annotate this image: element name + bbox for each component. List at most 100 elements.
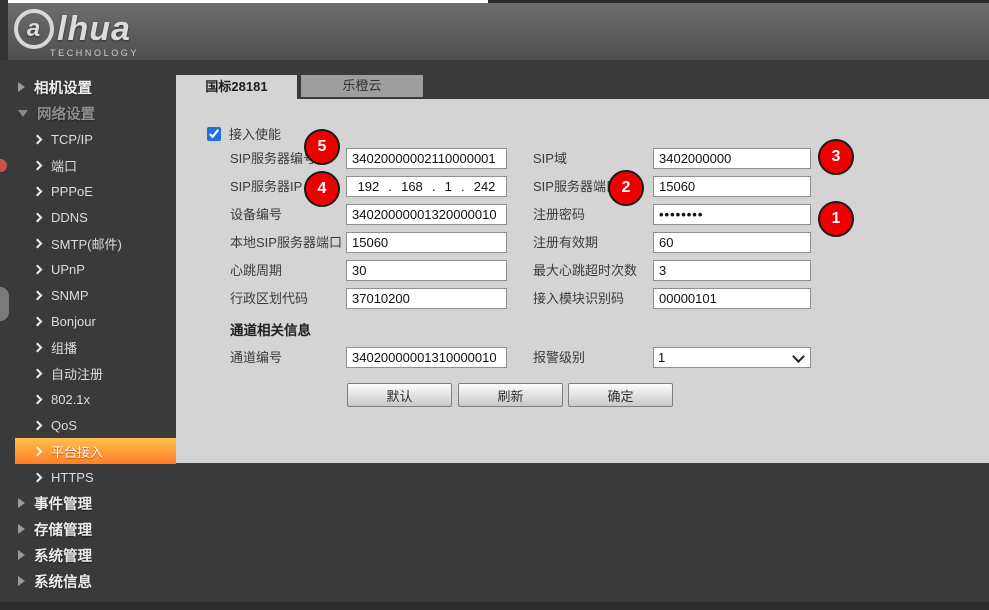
chevron-right-icon bbox=[33, 316, 43, 326]
sidebar-item-tcpip[interactable]: TCP/IP bbox=[0, 126, 176, 152]
ip-octet: 192 bbox=[358, 179, 380, 194]
register-password-input[interactable] bbox=[653, 204, 811, 225]
channel-id-input[interactable] bbox=[346, 347, 507, 368]
sip-server-port-input[interactable] bbox=[653, 176, 811, 197]
step-badge-1: 1 bbox=[818, 201, 854, 237]
alarm-level-label: 报警级别 bbox=[533, 347, 585, 368]
sidebar-item-storage-management[interactable]: 存储管理 bbox=[0, 516, 176, 542]
ip-dot: . bbox=[432, 179, 436, 194]
sidebar-item-network-settings[interactable]: 网络设置 bbox=[0, 100, 176, 126]
triangle-right-icon bbox=[18, 524, 25, 534]
tab-lechange[interactable]: 乐橙云 bbox=[301, 75, 423, 97]
chevron-right-icon bbox=[33, 264, 43, 274]
sip-server-id-input[interactable] bbox=[346, 148, 507, 169]
form-row: 心跳周期 最大心跳超时次数 bbox=[176, 260, 989, 281]
channel-id-label: 通道编号 bbox=[230, 347, 282, 368]
register-password-label: 注册密码 bbox=[533, 204, 585, 225]
chevron-right-icon bbox=[33, 134, 43, 144]
ip-dot: . bbox=[388, 179, 392, 194]
footer-strip bbox=[0, 602, 989, 610]
settings-panel: 接入使能 SIP服务器编号 SIP域 SIP服务器IP 192 . 168 . … bbox=[176, 99, 989, 463]
enable-row: 接入使能 bbox=[207, 124, 281, 143]
sidebar-item-ddns[interactable]: DDNS bbox=[0, 204, 176, 230]
chevron-right-icon bbox=[33, 238, 43, 248]
ip-octet: 242 bbox=[474, 179, 496, 194]
form-row: 本地SIP服务器端口 注册有效期 bbox=[176, 232, 989, 253]
sip-server-port-label: SIP服务器端口 bbox=[533, 176, 619, 197]
access-module-id-input[interactable] bbox=[653, 288, 811, 309]
logo-wordmark: lhua bbox=[57, 10, 131, 49]
triangle-down-icon bbox=[18, 110, 28, 117]
sip-server-id-label: SIP服务器编号 bbox=[230, 148, 316, 169]
form-row: 行政区划代码 接入模块识别码 bbox=[176, 288, 989, 309]
sidebar-item-8021x[interactable]: 802.1x bbox=[0, 386, 176, 412]
access-module-id-label: 接入模块识别码 bbox=[533, 288, 624, 309]
sidebar-item-camera-settings[interactable]: 相机设置 bbox=[0, 74, 176, 100]
heartbeat-period-input[interactable] bbox=[346, 260, 507, 281]
sidebar-item-system-info[interactable]: 系统信息 bbox=[0, 568, 176, 594]
sidebar-item-port[interactable]: 端口 bbox=[0, 152, 176, 178]
sidebar-item-auto-register[interactable]: 自动注册 bbox=[0, 360, 176, 386]
sidebar-item-smtp[interactable]: SMTP(邮件) bbox=[0, 230, 176, 256]
admin-region-code-input[interactable] bbox=[346, 288, 507, 309]
sidebar-item-platform-access[interactable]: 平台接入 bbox=[15, 438, 176, 464]
triangle-right-icon bbox=[18, 576, 25, 586]
enable-checkbox[interactable] bbox=[207, 127, 221, 141]
max-heartbeat-timeout-label: 最大心跳超时次数 bbox=[533, 260, 637, 281]
default-button[interactable]: 默认 bbox=[347, 383, 452, 407]
register-valid-period-input[interactable] bbox=[653, 232, 811, 253]
step-badge-3: 3 bbox=[818, 139, 854, 175]
form-row: 通道编号 报警级别 1 bbox=[176, 347, 989, 368]
form-row: SIP服务器IP 192 . 168 . 1 . 242 SIP服务器端口 bbox=[176, 176, 989, 197]
sidebar-item-upnp[interactable]: UPnP bbox=[0, 256, 176, 282]
triangle-right-icon bbox=[18, 550, 25, 560]
chevron-right-icon bbox=[33, 212, 43, 222]
chevron-right-icon bbox=[33, 342, 43, 352]
sidebar-item-https[interactable]: HTTPS bbox=[0, 464, 176, 490]
sidebar-item-bonjour[interactable]: Bonjour bbox=[0, 308, 176, 334]
sidebar: 相机设置 网络设置 TCP/IP 端口 PPPoE DDNS SMTP(邮件) … bbox=[0, 60, 176, 610]
sidebar-item-multicast[interactable]: 组播 bbox=[0, 334, 176, 360]
app-header: a lhua TECHNOLOGY bbox=[0, 3, 989, 60]
confirm-button[interactable]: 确定 bbox=[568, 383, 673, 407]
ip-octet: 168 bbox=[401, 179, 423, 194]
enable-label: 接入使能 bbox=[229, 124, 281, 143]
chevron-right-icon bbox=[33, 394, 43, 404]
chevron-right-icon bbox=[33, 368, 43, 378]
device-id-label: 设备编号 bbox=[230, 204, 282, 225]
left-edge-strip bbox=[0, 0, 8, 60]
sidebar-item-system-management[interactable]: 系统管理 bbox=[0, 542, 176, 568]
form-row: SIP服务器编号 SIP域 bbox=[176, 148, 989, 169]
tab-gb28181[interactable]: 国标28181 bbox=[176, 75, 297, 99]
step-badge-2: 2 bbox=[608, 170, 644, 206]
channel-section-header: 通道相关信息 bbox=[230, 319, 311, 339]
register-valid-period-label: 注册有效期 bbox=[533, 232, 598, 253]
chevron-right-icon bbox=[33, 420, 43, 430]
sidebar-item-pppoe[interactable]: PPPoE bbox=[0, 178, 176, 204]
refresh-button[interactable]: 刷新 bbox=[458, 383, 563, 407]
form-row: 设备编号 注册密码 bbox=[176, 204, 989, 225]
max-heartbeat-timeout-input[interactable] bbox=[653, 260, 811, 281]
sidebar-item-qos[interactable]: QoS bbox=[0, 412, 176, 438]
local-sip-port-input[interactable] bbox=[346, 232, 507, 253]
sidebar-item-snmp[interactable]: SNMP bbox=[0, 282, 176, 308]
admin-region-code-label: 行政区划代码 bbox=[230, 288, 308, 309]
step-badge-4: 4 bbox=[304, 171, 340, 207]
ip-octet: 1 bbox=[445, 179, 452, 194]
logo-subtitle: TECHNOLOGY bbox=[50, 48, 139, 58]
ip-dot: . bbox=[461, 179, 465, 194]
step-badge-5: 5 bbox=[304, 129, 340, 165]
triangle-right-icon bbox=[18, 82, 25, 92]
sip-server-ip-input[interactable]: 192 . 168 . 1 . 242 bbox=[346, 176, 507, 197]
sidebar-item-event-management[interactable]: 事件管理 bbox=[0, 490, 176, 516]
sip-server-ip-label: SIP服务器IP bbox=[230, 176, 302, 197]
chevron-right-icon bbox=[33, 472, 43, 482]
local-sip-port-label: 本地SIP服务器端口 bbox=[230, 232, 342, 253]
sip-domain-input[interactable] bbox=[653, 148, 811, 169]
alarm-level-select-wrap: 1 bbox=[653, 347, 811, 368]
sidebar-collapse-handle[interactable] bbox=[0, 287, 9, 321]
chevron-right-icon bbox=[33, 290, 43, 300]
device-id-input[interactable] bbox=[346, 204, 507, 225]
alarm-level-select[interactable]: 1 bbox=[653, 347, 811, 368]
triangle-right-icon bbox=[18, 498, 25, 508]
